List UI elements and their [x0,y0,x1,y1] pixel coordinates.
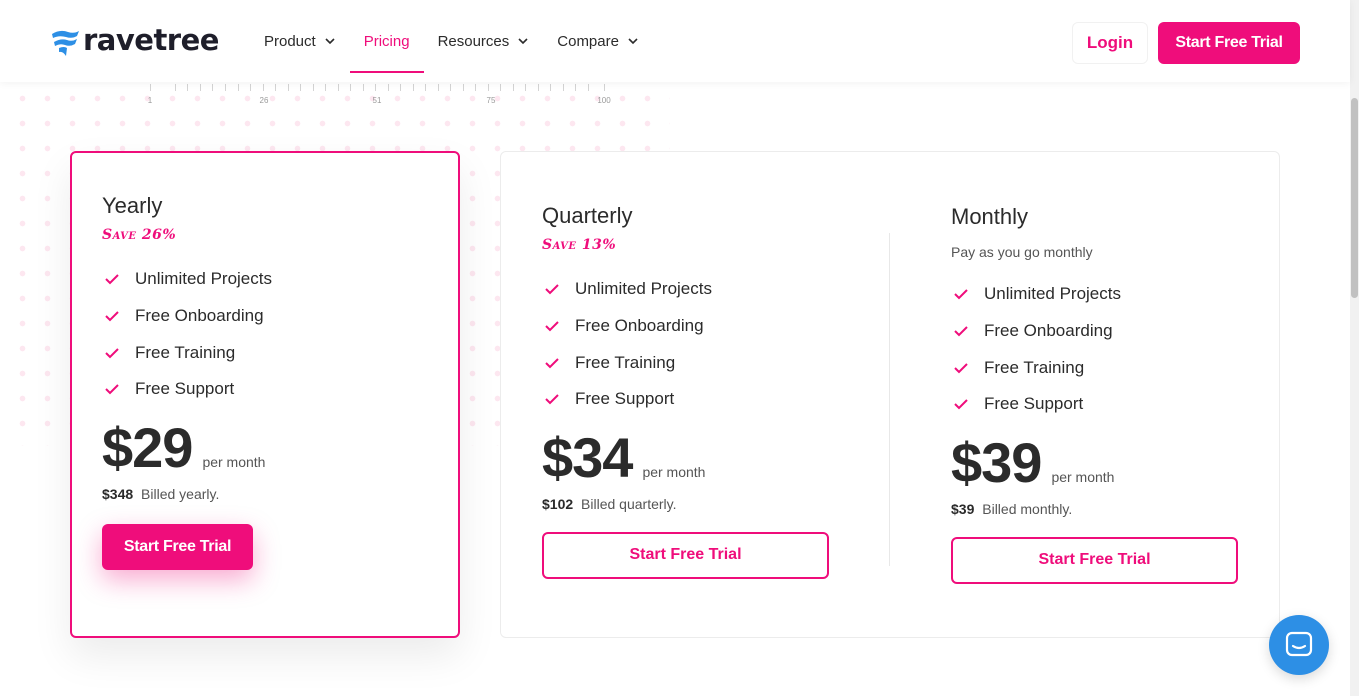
feature-item: Unlimited Projects [542,271,829,308]
feature-item: Unlimited Projects [951,276,1238,313]
feature-item: Free Onboarding [951,313,1238,350]
check-icon [105,384,119,395]
scrollbar-thumb[interactable] [1351,98,1358,298]
logo[interactable]: ravetree [50,23,219,58]
chevron-down-icon [325,38,335,45]
billed-text: Billed quarterly. [581,495,677,512]
billing-note: $348 Billed yearly. [102,486,272,502]
chevron-down-icon [628,38,638,45]
nav-item-label: Compare [557,32,619,50]
billing-note: $102 Billed quarterly. [542,496,829,512]
feature-item: Free Support [102,371,272,408]
check-icon [105,311,119,322]
nav-item-label: Product [264,32,316,50]
nav-item-product[interactable]: Product [250,0,350,82]
monthly-start-trial-button[interactable]: Start Free Trial [951,536,1238,584]
feature-item: Free Onboarding [542,308,829,345]
feature-label: Unlimited Projects [135,269,272,289]
feature-item: Free Onboarding [102,298,272,335]
plan-savings-badge: Save 26% [102,227,177,243]
billed-text: Billed yearly. [141,485,220,502]
plan-subtitle: Pay as you go monthly [951,244,1093,260]
feature-item: Free Training [951,349,1238,386]
plan-title: Yearly [102,193,163,218]
price-period: per month [202,453,266,470]
header-start-trial-button[interactable]: Start Free Trial [1158,22,1300,64]
feature-label: Unlimited Projects [575,279,712,299]
price-period: per month [642,463,706,480]
feature-label: Free Training [575,352,676,372]
price-row: $34 per month [542,425,829,489]
ruler-label: 75 [486,96,496,105]
feature-item: Free Training [102,334,272,371]
feature-item: Free Training [542,344,829,381]
quarterly-start-trial-button[interactable]: Start Free Trial [542,531,829,579]
billed-text: Billed monthly. [982,500,1073,517]
plan-savings-badge: Save 13% [542,237,617,253]
check-icon [545,284,559,295]
nav-item-compare[interactable]: Compare [543,0,653,82]
yearly-start-trial-button[interactable]: Start Free Trial [102,523,253,570]
logo-wordmark: ravetree [83,23,219,57]
feature-label: Free Support [984,394,1084,414]
ruler-label: 100 [597,96,611,105]
nav-item-label: Pricing [363,32,410,50]
price-row: $39 per month [951,430,1238,494]
plan-price: $39 [951,430,1042,494]
site-header: ravetree Product Pricing Resources Compa… [0,0,1350,82]
feature-item: Free Support [951,386,1238,423]
billing-note: $39 Billed monthly. [951,501,1238,517]
plan-monthly: Monthly Pay as you go monthly Unlimited … [951,204,1238,584]
ravetree-logo-icon [52,30,79,56]
nav-item-resources[interactable]: Resources [424,0,544,82]
plan-price: $29 [102,415,193,479]
check-icon [545,394,559,405]
nav-item-pricing[interactable]: Pricing [349,0,424,82]
feature-label: Unlimited Projects [984,284,1121,304]
plan-yearly: Yearly Save 26% Unlimited Projects Free … [102,193,272,570]
check-icon [954,326,968,337]
feature-list: Unlimited Projects Free Onboarding Free … [102,261,272,408]
chat-launcher-button[interactable] [1269,615,1329,675]
billed-amount: $348 [102,485,134,502]
check-icon [954,289,968,300]
plan-title: Monthly [951,204,1029,229]
feature-label: Free Training [135,342,236,362]
page-scrollbar[interactable] [1350,0,1359,696]
decorative-ruler: 1 26 51 75 100 [130,82,630,108]
feature-label: Free Support [575,389,675,409]
ruler-label: 51 [372,96,382,105]
plan-quarterly: Quarterly Save 13% Unlimited Projects Fr… [542,203,829,579]
check-icon [105,348,119,359]
feature-list: Unlimited Projects Free Onboarding Free … [951,276,1238,423]
billed-amount: $102 [542,495,574,512]
price-period: per month [1051,468,1115,485]
feature-label: Free Onboarding [135,306,264,326]
chat-icon [1285,631,1313,657]
check-icon [545,358,559,369]
login-button[interactable]: Login [1072,22,1148,64]
nav-item-label: Resources [437,32,510,50]
card-divider [889,233,890,566]
feature-label: Free Onboarding [984,321,1113,341]
check-icon [954,363,968,374]
ruler-label: 1 [147,96,153,105]
feature-label: Free Training [984,357,1085,377]
plan-price: $34 [542,425,633,489]
ruler-label: 26 [259,96,269,105]
feature-list: Unlimited Projects Free Onboarding Free … [542,271,829,418]
feature-item: Unlimited Projects [102,261,272,298]
check-icon [545,321,559,332]
feature-label: Free Support [135,379,235,399]
main-nav: Product Pricing Resources Compare [250,0,653,82]
check-icon [105,274,119,285]
feature-label: Free Onboarding [575,316,704,336]
plan-title: Quarterly [542,203,633,228]
price-row: $29 per month [102,415,272,479]
feature-item: Free Support [542,381,829,418]
billed-amount: $39 [951,500,975,517]
chevron-down-icon [518,38,528,45]
check-icon [954,399,968,410]
